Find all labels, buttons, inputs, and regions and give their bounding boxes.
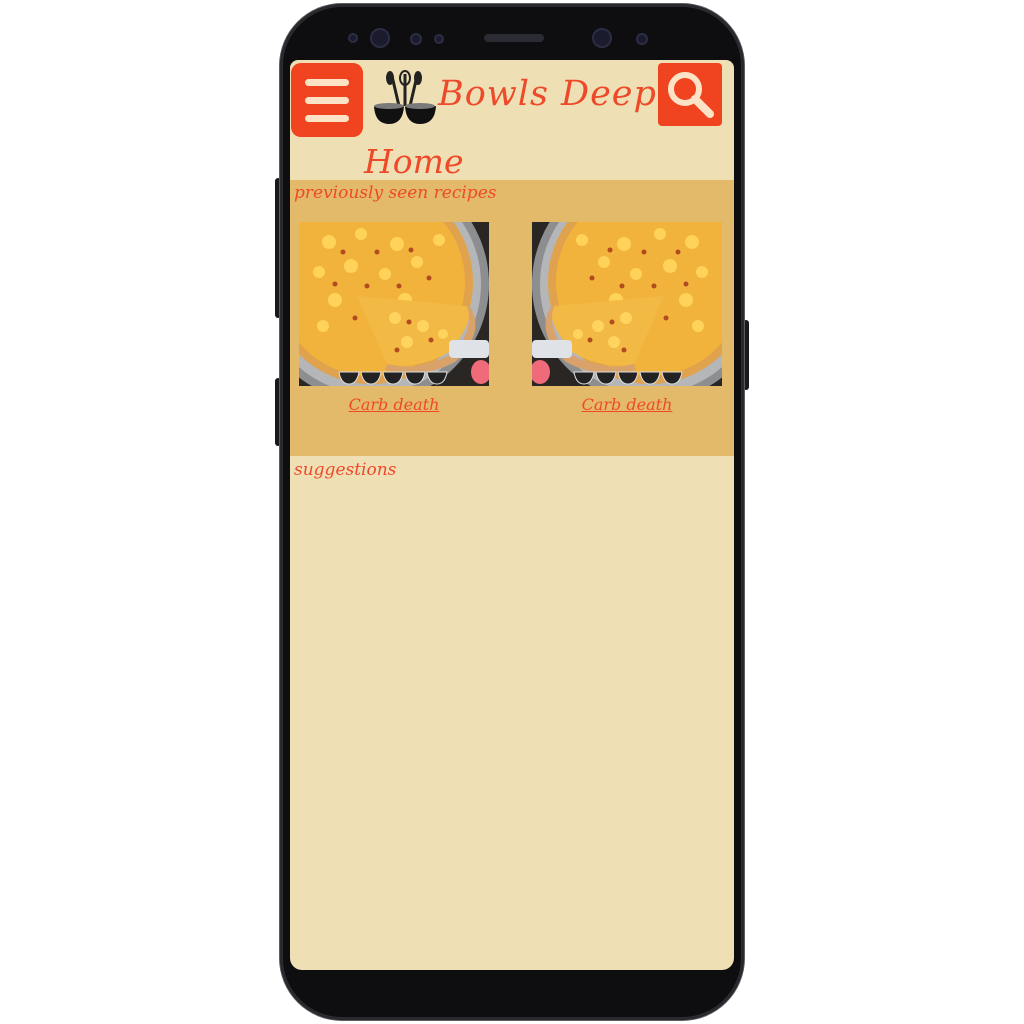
bowls-utensils-logo-icon xyxy=(372,70,438,128)
recipe-link[interactable]: Carb death xyxy=(532,395,722,414)
brand-name: Bowls Deep xyxy=(438,74,657,114)
sensor-icon xyxy=(410,33,422,45)
earpiece-speaker xyxy=(484,34,544,42)
recipe-card-image[interactable] xyxy=(299,222,489,386)
app-screen: Bowls Deep Home previously seen recipes xyxy=(290,60,734,970)
sensor-icon xyxy=(434,34,444,44)
recipe-card-image[interactable] xyxy=(532,222,722,386)
magnifier-search-icon xyxy=(668,72,714,118)
recent-recipes-section: previously seen recipes Carb death Carb … xyxy=(290,180,734,456)
sensor-icon xyxy=(636,33,648,45)
menu-button[interactable] xyxy=(291,63,363,137)
suggestions-label: suggestions xyxy=(294,460,397,480)
front-camera-icon xyxy=(370,28,390,48)
sensor-icon xyxy=(348,33,358,43)
iris-camera-icon xyxy=(592,28,612,48)
page-title: Home xyxy=(364,142,464,181)
recent-recipes-label: previously seen recipes xyxy=(294,183,497,203)
search-button[interactable] xyxy=(658,63,722,126)
mac-and-cheese-pizza-photo-mirrored xyxy=(532,222,722,386)
mac-and-cheese-pizza-photo xyxy=(299,222,489,386)
recipe-link[interactable]: Carb death xyxy=(299,395,489,414)
